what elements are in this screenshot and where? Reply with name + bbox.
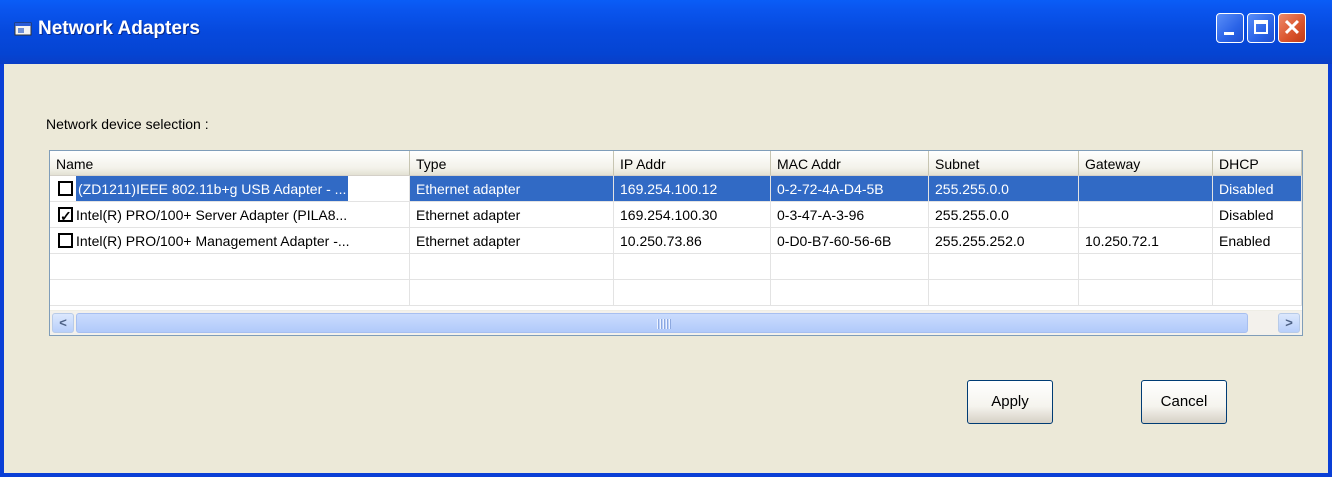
close-icon: ✕ [1282, 15, 1302, 40]
row-gateway-cell: 10.250.72.1 [1079, 228, 1213, 254]
row-ip-cell: 169.254.100.30 [614, 202, 771, 228]
row-gateway-cell [1079, 202, 1213, 228]
grip-icon [657, 319, 671, 329]
network-device-list[interactable]: Name Type IP Addr MAC Addr Subnet Gatewa… [49, 150, 1303, 336]
column-header-type[interactable]: Type [410, 151, 614, 175]
row-type-cell: Ethernet adapter [410, 228, 614, 254]
row-gateway-cell [1079, 176, 1213, 202]
column-header-gateway[interactable]: Gateway [1079, 151, 1213, 175]
chevron-left-icon: < [59, 315, 67, 330]
row-checkbox[interactable] [58, 181, 73, 196]
minimize-button[interactable] [1216, 13, 1244, 43]
column-header-name[interactable]: Name [50, 151, 410, 175]
row-checkbox[interactable] [58, 233, 73, 248]
empty-cell [929, 254, 1079, 280]
dialog-client-area: Network device selection : Name Type IP … [4, 64, 1328, 473]
maximize-button[interactable] [1247, 13, 1275, 43]
row-name-text: Intel(R) PRO/100+ Server Adapter (PILA8.… [76, 207, 348, 223]
table-row[interactable]: Intel(R) PRO/100+ Server Adapter (PILA8.… [50, 202, 1302, 228]
empty-cell [410, 254, 614, 280]
row-name-cell: Intel(R) PRO/100+ Management Adapter -..… [50, 228, 410, 254]
row-name-text: (ZD1211)IEEE 802.11b+g USB Adapter - ... [76, 176, 349, 201]
chevron-right-icon: > [1285, 315, 1293, 330]
row-mac-cell: 0-3-47-A-3-96 [771, 202, 929, 228]
title-bar[interactable]: Network Adapters ✕ [0, 0, 1332, 64]
network-adapters-window: Network Adapters ✕ Network device select… [0, 0, 1332, 477]
close-button[interactable]: ✕ [1278, 13, 1306, 43]
empty-cell [614, 280, 771, 306]
empty-cell [410, 280, 614, 306]
network-device-selection-label: Network device selection : [46, 116, 209, 132]
empty-row [50, 280, 1302, 306]
table-row[interactable]: (ZD1211)IEEE 802.11b+g USB Adapter - ...… [50, 176, 1302, 202]
apply-button[interactable]: Apply [967, 380, 1053, 424]
row-name-text: Intel(R) PRO/100+ Management Adapter -..… [76, 233, 350, 249]
empty-row [50, 254, 1302, 280]
scrollbar-thumb[interactable] [76, 313, 1248, 333]
maximize-icon [1254, 20, 1268, 34]
row-name-cell: Intel(R) PRO/100+ Server Adapter (PILA8.… [50, 202, 410, 228]
empty-cell [1213, 254, 1302, 280]
row-ip-cell: 169.254.100.12 [614, 176, 771, 202]
row-type-cell: Ethernet adapter [410, 176, 614, 202]
empty-cell [614, 254, 771, 280]
table-row[interactable]: Intel(R) PRO/100+ Management Adapter -..… [50, 228, 1302, 254]
column-header-mac-addr[interactable]: MAC Addr [771, 151, 929, 175]
row-name-cell: (ZD1211)IEEE 802.11b+g USB Adapter - ... [50, 176, 410, 202]
empty-cell [929, 280, 1079, 306]
row-type-cell: Ethernet adapter [410, 202, 614, 228]
row-mac-cell: 0-D0-B7-60-56-6B [771, 228, 929, 254]
row-ip-cell: 10.250.73.86 [614, 228, 771, 254]
empty-cell [1079, 254, 1213, 280]
row-subnet-cell: 255.255.252.0 [929, 228, 1079, 254]
scroll-right-button[interactable]: > [1278, 313, 1300, 333]
app-window-icon [14, 22, 32, 36]
empty-cell [50, 254, 410, 280]
column-header-subnet[interactable]: Subnet [929, 151, 1079, 175]
empty-cell [50, 280, 410, 306]
row-subnet-cell: 255.255.0.0 [929, 176, 1079, 202]
row-dhcp-cell: Disabled [1213, 202, 1302, 228]
horizontal-scrollbar[interactable]: < > [50, 310, 1302, 335]
scroll-left-button[interactable]: < [52, 313, 74, 333]
empty-cell [1079, 280, 1213, 306]
empty-cell [1213, 280, 1302, 306]
cancel-button[interactable]: Cancel [1141, 380, 1227, 424]
column-header-ip-addr[interactable]: IP Addr [614, 151, 771, 175]
row-subnet-cell: 255.255.0.0 [929, 202, 1079, 228]
column-header-dhcp[interactable]: DHCP [1213, 151, 1302, 175]
minimize-icon [1224, 32, 1234, 35]
row-mac-cell: 0-2-72-4A-D4-5B [771, 176, 929, 202]
row-dhcp-cell: Disabled [1213, 176, 1302, 202]
empty-cell [771, 254, 929, 280]
row-checkbox[interactable] [58, 203, 73, 227]
row-dhcp-cell: Enabled [1213, 228, 1302, 254]
empty-cell [771, 280, 929, 306]
list-header: Name Type IP Addr MAC Addr Subnet Gatewa… [50, 151, 1302, 176]
window-title: Network Adapters [38, 18, 200, 39]
